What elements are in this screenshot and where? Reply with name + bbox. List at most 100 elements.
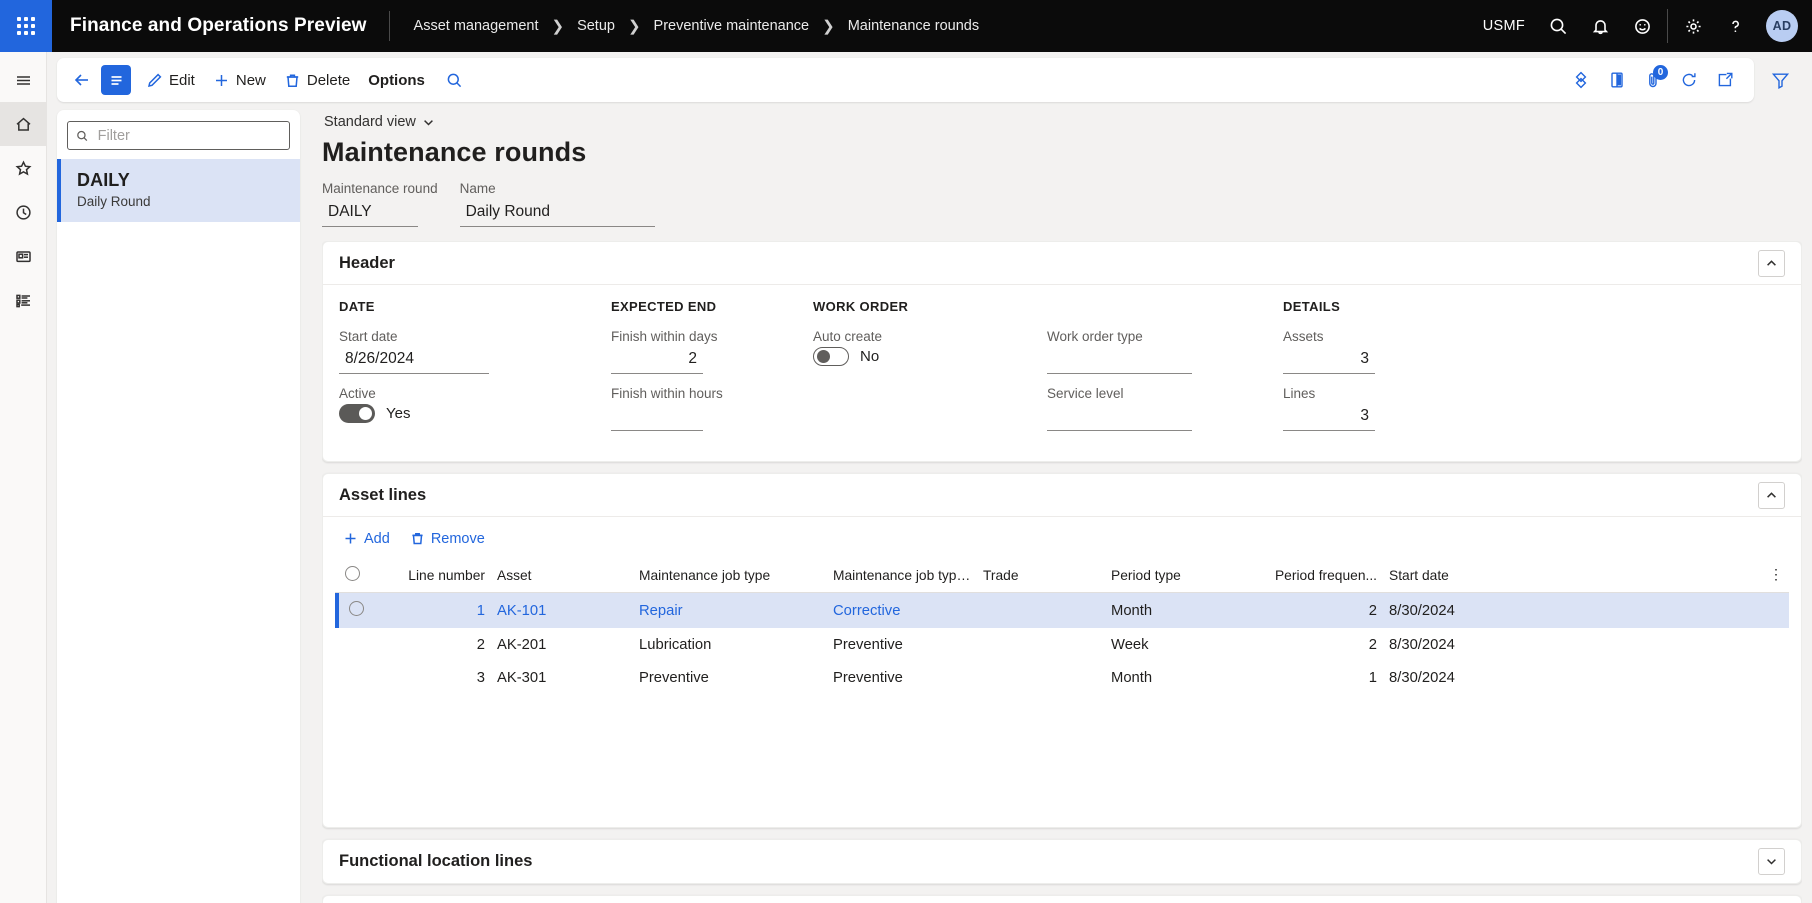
row-select-circle[interactable]: [348, 601, 364, 616]
column-header-line-number[interactable]: Line number: [373, 559, 491, 593]
view-selector[interactable]: Standard view: [322, 112, 437, 132]
cell-period-frequency[interactable]: 2: [1251, 629, 1383, 662]
functional-location-lines-expand-button[interactable]: [1758, 848, 1785, 875]
app-launcher-icon[interactable]: [0, 0, 52, 52]
feedback-smiley-icon[interactable]: [1621, 0, 1663, 52]
column-header-period-type[interactable]: Period type: [1105, 559, 1251, 593]
functional-location-lines-section[interactable]: Functional location lines: [322, 839, 1802, 884]
functional-location-lines-head[interactable]: Functional location lines: [323, 840, 1801, 883]
pools-head[interactable]: Pools: [323, 896, 1801, 903]
cell-job-type[interactable]: Lubrication: [633, 629, 827, 662]
cell-job-type[interactable]: Preventive: [633, 662, 827, 695]
cell-period-type[interactable]: Month: [1105, 662, 1251, 695]
show-list-button[interactable]: [101, 65, 131, 95]
finish-within-days-input[interactable]: [611, 347, 703, 374]
breadcrumb-item-asset-management[interactable]: Asset management: [414, 18, 539, 34]
row-select-cell[interactable]: [339, 593, 373, 629]
auto-create-toggle[interactable]: [813, 347, 849, 366]
attachments-icon[interactable]: 0: [1636, 64, 1670, 96]
company-selector[interactable]: USMF: [1471, 18, 1537, 34]
avatar[interactable]: AD: [1766, 10, 1798, 42]
filter-pane-icon[interactable]: [1758, 58, 1802, 102]
lines-input[interactable]: [1283, 404, 1375, 431]
table-row[interactable]: 2 AK-201 Lubrication Preventive Week 2 8…: [335, 629, 1789, 662]
workspaces-icon[interactable]: [0, 234, 47, 278]
home-icon[interactable]: [0, 102, 47, 146]
pools-section[interactable]: Pools: [322, 895, 1802, 903]
grid-options-icon[interactable]: ⋮: [1763, 559, 1789, 593]
open-in-office-icon[interactable]: [1600, 64, 1634, 96]
cell-period-frequency[interactable]: 1: [1251, 662, 1383, 695]
column-header-start-date[interactable]: Start date: [1383, 559, 1763, 593]
form-scroll-area[interactable]: Header DATE Start date 8/26/2024 Active …: [322, 241, 1802, 903]
cell-trade[interactable]: [977, 593, 1105, 629]
cell-line-number[interactable]: 3: [373, 662, 491, 695]
select-all-circle[interactable]: [345, 566, 360, 581]
finish-within-hours-input[interactable]: [611, 404, 703, 431]
table-row[interactable]: 3 AK-301 Preventive Preventive Month 1 8…: [335, 662, 1789, 695]
column-header-trade[interactable]: Trade: [977, 559, 1105, 593]
action-search-icon[interactable]: [438, 64, 472, 96]
breadcrumb-item-setup[interactable]: Setup: [577, 18, 615, 34]
favorites-star-icon[interactable]: [0, 146, 47, 190]
cell-period-frequency[interactable]: 2: [1251, 593, 1383, 629]
notifications-bell-icon[interactable]: [1579, 0, 1621, 52]
cell-trade[interactable]: [977, 662, 1105, 695]
search-icon[interactable]: [1537, 0, 1579, 52]
open-in-new-window-icon[interactable]: [1708, 64, 1742, 96]
breadcrumb-item-preventive-maintenance[interactable]: Preventive maintenance: [654, 18, 810, 34]
cell-job-type-variant[interactable]: Corrective: [827, 593, 977, 629]
name-input[interactable]: [459, 200, 655, 227]
cell-asset[interactable]: AK-101: [491, 593, 633, 629]
recent-clock-icon[interactable]: [0, 190, 47, 234]
hamburger-menu-icon[interactable]: [0, 58, 47, 102]
table-row[interactable]: 1 AK-101 Repair Corrective Month 2 8/30/…: [335, 592, 1789, 629]
header-section-collapse-button[interactable]: [1758, 249, 1785, 277]
options-button[interactable]: Options: [359, 64, 434, 96]
settings-gear-icon[interactable]: [1672, 0, 1714, 52]
cell-line-number[interactable]: 2: [373, 629, 491, 662]
select-all-header[interactable]: [339, 559, 373, 593]
work-order-type-input[interactable]: [1047, 347, 1192, 374]
list-item[interactable]: DAILY Daily Round: [57, 159, 300, 222]
cell-line-number[interactable]: 1: [373, 593, 491, 629]
work-order-fields-group: . Work order type Service level: [1047, 299, 1283, 443]
back-button[interactable]: [65, 64, 99, 96]
cell-period-type[interactable]: Week: [1105, 629, 1251, 662]
work-order-type-label: Work order type: [1047, 329, 1143, 344]
cell-job-type[interactable]: Repair: [633, 593, 827, 629]
remove-line-button[interactable]: Remove: [402, 524, 493, 553]
cell-asset[interactable]: AK-301: [491, 662, 633, 695]
cell-start-date[interactable]: 8/30/2024: [1383, 629, 1763, 662]
add-line-button[interactable]: Add: [335, 524, 398, 553]
row-select-cell[interactable]: [339, 662, 373, 695]
row-select-cell[interactable]: [339, 629, 373, 662]
cell-asset[interactable]: AK-201: [491, 629, 633, 662]
asset-lines-collapse-button[interactable]: [1758, 481, 1785, 509]
new-button[interactable]: New: [204, 64, 275, 96]
cell-start-date[interactable]: 8/30/2024: [1383, 593, 1763, 629]
cell-trade[interactable]: [977, 629, 1105, 662]
cell-job-type-variant[interactable]: Preventive: [827, 629, 977, 662]
cell-job-type-variant[interactable]: Preventive: [827, 662, 977, 695]
breadcrumb-item-maintenance-rounds[interactable]: Maintenance rounds: [848, 18, 979, 34]
assets-input[interactable]: [1283, 347, 1375, 374]
share-icon[interactable]: [1564, 64, 1598, 96]
column-header-maintenance-job-type-variant[interactable]: Maintenance job type vari...: [827, 559, 977, 593]
active-toggle[interactable]: [339, 404, 375, 423]
refresh-icon[interactable]: [1672, 64, 1706, 96]
edit-button[interactable]: Edit: [137, 64, 204, 96]
filter-box[interactable]: [67, 121, 290, 150]
column-header-asset[interactable]: Asset: [491, 559, 633, 593]
service-level-input[interactable]: [1047, 404, 1192, 431]
column-header-maintenance-job-type[interactable]: Maintenance job type: [633, 559, 827, 593]
cell-start-date[interactable]: 8/30/2024: [1383, 662, 1763, 695]
cell-period-type[interactable]: Month: [1105, 593, 1251, 629]
delete-button[interactable]: Delete: [275, 64, 359, 96]
column-header-period-frequency[interactable]: Period frequen...: [1251, 559, 1383, 593]
modules-list-icon[interactable]: [0, 278, 47, 322]
filter-input[interactable]: [95, 126, 281, 145]
start-date-input[interactable]: [339, 347, 489, 374]
help-question-icon[interactable]: [1714, 0, 1756, 52]
maintenance-round-input[interactable]: [322, 200, 418, 227]
